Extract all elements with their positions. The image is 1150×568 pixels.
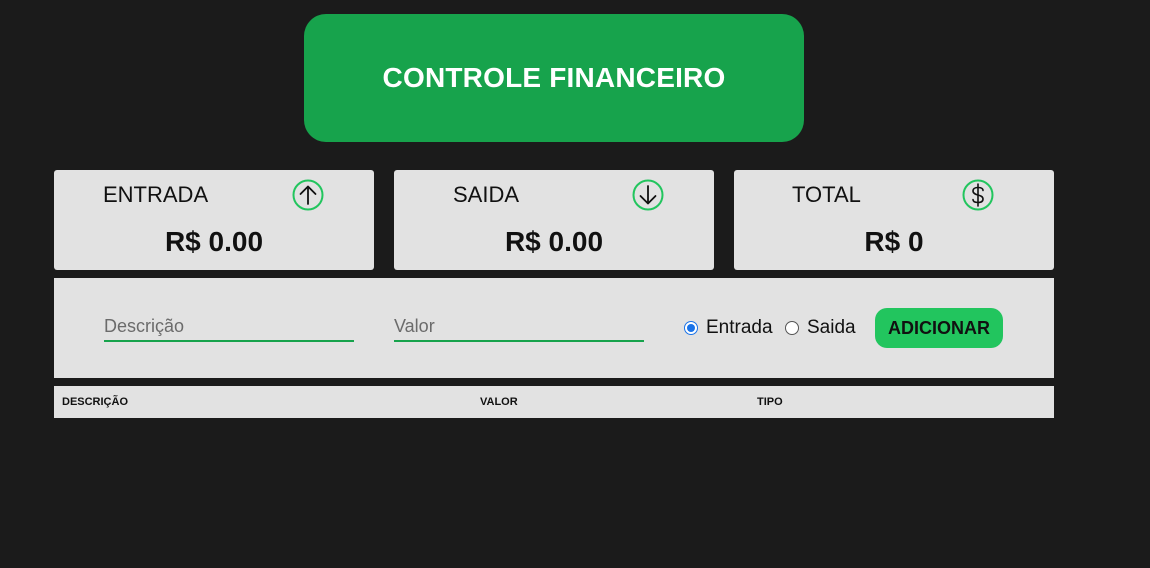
add-button[interactable]: ADICIONAR [875, 308, 1003, 348]
arrow-up-circle-icon [292, 179, 324, 211]
app-header: CONTROLE FINANCEIRO [304, 14, 804, 142]
arrow-down-circle-icon [632, 179, 664, 211]
column-header-descricao: DESCRIÇÃO [62, 396, 129, 408]
radio-saida-button[interactable] [785, 321, 799, 335]
total-label: TOTAL [792, 182, 861, 207]
entrada-card: ENTRADA R$ 0.00 [54, 170, 374, 270]
page-title: CONTROLE FINANCEIRO [382, 62, 726, 93]
total-card: TOTAL R$ 0 [734, 170, 1054, 270]
saida-label: SAIDA [453, 182, 520, 207]
transactions-table-header: DESCRIÇÃO VALOR TIPO [54, 386, 1054, 418]
dollar-circle-icon [962, 179, 994, 211]
saida-card: SAIDA R$ 0.00 [394, 170, 714, 270]
radio-saida[interactable]: Saida [785, 315, 856, 341]
entrada-amount: R$ 0.00 [164, 226, 264, 257]
radio-entrada-label: Entrada [706, 317, 773, 338]
description-input[interactable] [104, 312, 354, 342]
value-input[interactable] [394, 312, 644, 342]
entrada-label: ENTRADA [103, 182, 209, 207]
radio-entrada-button[interactable] [684, 321, 698, 335]
total-amount: R$ 0 [864, 226, 924, 257]
column-header-tipo: TIPO [757, 396, 783, 408]
transaction-form: Entrada Saida ADICIONAR [54, 278, 1054, 378]
column-header-valor: VALOR [480, 396, 518, 408]
saida-amount: R$ 0.00 [504, 226, 604, 257]
radio-saida-label: Saida [807, 317, 856, 338]
radio-entrada[interactable]: Entrada [684, 315, 773, 341]
